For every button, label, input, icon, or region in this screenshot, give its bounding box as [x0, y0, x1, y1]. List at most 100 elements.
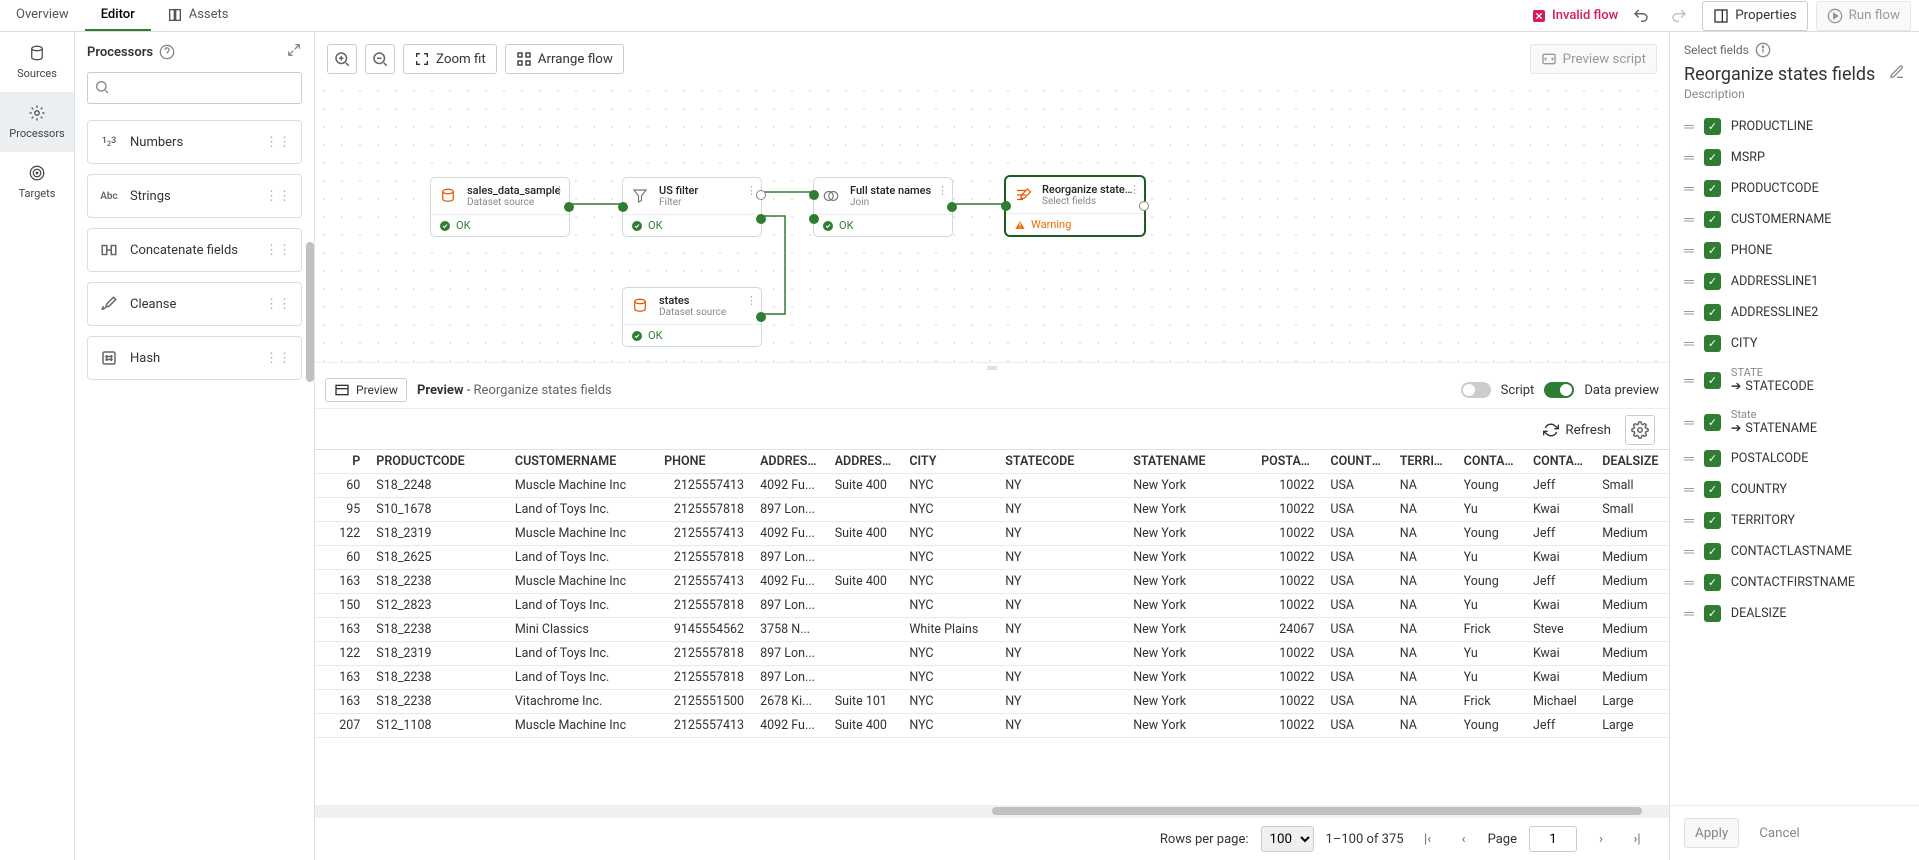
- processor-item[interactable]: Abc Strings ⋮⋮: [87, 174, 302, 218]
- arrange-flow-button[interactable]: Arrange flow: [505, 44, 624, 74]
- prev-page-button[interactable]: ‹: [1452, 827, 1476, 851]
- edit-title-icon[interactable]: [1889, 64, 1905, 85]
- drag-handle-icon[interactable]: ═: [1684, 242, 1694, 259]
- help-icon[interactable]: [159, 44, 175, 60]
- field-checkbox[interactable]: ✓: [1704, 450, 1721, 467]
- rail-targets[interactable]: Targets: [0, 152, 74, 212]
- field-checkbox[interactable]: ✓: [1704, 481, 1721, 498]
- tab-assets[interactable]: Assets: [151, 0, 245, 31]
- drag-handle-icon[interactable]: ═: [1684, 543, 1694, 560]
- field-checkbox[interactable]: ✓: [1704, 335, 1721, 352]
- processor-item[interactable]: Hash ⋮⋮: [87, 336, 302, 380]
- column-header[interactable]: P: [315, 450, 368, 474]
- processor-item[interactable]: 123 Numbers ⋮⋮: [87, 120, 302, 164]
- first-page-button[interactable]: |‹: [1416, 827, 1440, 851]
- node-menu-icon[interactable]: ⋮: [554, 184, 565, 197]
- drag-handle-icon[interactable]: ⋮⋮: [265, 351, 291, 366]
- table-row[interactable]: 60S18_2248Muscle Machine Inc212555741340…: [315, 474, 1669, 498]
- preview-table-wrapper[interactable]: PPRODUCTCODECUSTOMERNAMEPHONEADDRESSLADD…: [315, 449, 1669, 805]
- field-row[interactable]: ═ ✓ PRODUCTLINE: [1670, 111, 1919, 142]
- column-header[interactable]: STATECODE: [997, 450, 1125, 474]
- field-row[interactable]: ═ ✓ CUSTOMERNAME: [1670, 204, 1919, 235]
- field-checkbox[interactable]: ✓: [1704, 242, 1721, 259]
- drag-handle-icon[interactable]: ═: [1684, 335, 1694, 352]
- processor-search-input[interactable]: [87, 72, 302, 104]
- info-icon[interactable]: [1755, 42, 1771, 58]
- flow-node[interactable]: sales_data_sample Dataset source OK ⋮: [430, 177, 570, 237]
- field-checkbox[interactable]: ✓: [1704, 273, 1721, 290]
- node-menu-icon[interactable]: ⋮: [746, 294, 757, 307]
- flow-node[interactable]: states Dataset source OK ⋮: [622, 287, 762, 347]
- undo-button[interactable]: [1626, 1, 1656, 31]
- flow-node[interactable]: Full state names Join OK ⋮: [813, 177, 953, 237]
- drag-handle-icon[interactable]: ═: [1684, 149, 1694, 166]
- drag-handle-icon[interactable]: ═: [1684, 211, 1694, 228]
- field-row[interactable]: ═ ✓ POSTALCODE: [1670, 443, 1919, 474]
- table-row[interactable]: 163S18_2238Land of Toys Inc.212555781889…: [315, 666, 1669, 690]
- column-header[interactable]: CONTACTF: [1525, 450, 1594, 474]
- flow-canvas[interactable]: sales_data_sample Dataset source OK ⋮ US…: [315, 82, 1669, 362]
- field-row[interactable]: ═ ✓ DEALSIZE: [1670, 598, 1919, 629]
- field-row[interactable]: ═ ✓ PRODUCTCODE: [1670, 173, 1919, 204]
- field-row[interactable]: ═ ✓ CONTACTFIRSTNAME: [1670, 567, 1919, 598]
- cancel-button[interactable]: Cancel: [1749, 818, 1810, 848]
- drag-handle-icon[interactable]: ═: [1684, 372, 1694, 389]
- rail-processors[interactable]: Processors: [0, 92, 74, 152]
- page-input[interactable]: [1529, 826, 1577, 852]
- column-header[interactable]: DEALSIZE: [1594, 450, 1669, 474]
- field-row[interactable]: ═ ✓ COUNTRY: [1670, 474, 1919, 505]
- field-checkbox[interactable]: ✓: [1704, 543, 1721, 560]
- table-row[interactable]: 60S18_2625Land of Toys Inc.2125557818897…: [315, 546, 1669, 570]
- field-row[interactable]: ═ ✓ MSRP: [1670, 142, 1919, 173]
- field-checkbox[interactable]: ✓: [1704, 372, 1721, 389]
- field-row[interactable]: ═ ✓ CONTACTLASTNAME: [1670, 536, 1919, 567]
- drag-handle-icon[interactable]: ═: [1684, 118, 1694, 135]
- table-row[interactable]: 122S18_2319Land of Toys Inc.212555781889…: [315, 642, 1669, 666]
- drag-handle-icon[interactable]: ═: [1684, 180, 1694, 197]
- column-header[interactable]: ADDRESSL: [827, 450, 902, 474]
- table-row[interactable]: 163S18_2238Vitachrome Inc.21255515002678…: [315, 690, 1669, 714]
- column-header[interactable]: PHONE: [656, 450, 752, 474]
- drag-handle-icon[interactable]: ⋮⋮: [265, 189, 291, 204]
- field-row[interactable]: ═ ✓ State ➔ STATENAME: [1670, 401, 1919, 443]
- data-preview-toggle[interactable]: [1544, 382, 1574, 398]
- table-row[interactable]: 163S18_2238Muscle Machine Inc21255574134…: [315, 570, 1669, 594]
- zoom-in-button[interactable]: [327, 44, 357, 74]
- drag-handle-icon[interactable]: ═: [1684, 304, 1694, 321]
- next-page-button[interactable]: ›: [1589, 827, 1613, 851]
- drag-handle-icon[interactable]: ⋮⋮: [265, 135, 291, 150]
- column-header[interactable]: CITY: [901, 450, 997, 474]
- table-row[interactable]: 122S18_2319Muscle Machine Inc21255574134…: [315, 522, 1669, 546]
- collapse-panel-icon[interactable]: [286, 42, 302, 62]
- drag-handle-icon[interactable]: ═: [1684, 450, 1694, 467]
- redo-button[interactable]: [1664, 1, 1694, 31]
- processor-item[interactable]: Concatenate fields ⋮⋮: [87, 228, 302, 272]
- drag-handle-icon[interactable]: ⋮⋮: [265, 243, 291, 258]
- drag-handle-icon[interactable]: ⋮⋮: [265, 297, 291, 312]
- table-row[interactable]: 207S12_1108Muscle Machine Inc21255574134…: [315, 714, 1669, 738]
- rail-sources[interactable]: Sources: [0, 32, 74, 92]
- drag-handle-icon[interactable]: ═: [1684, 605, 1694, 622]
- column-header[interactable]: TERRITORY: [1392, 450, 1456, 474]
- drag-handle-icon[interactable]: ═: [1684, 273, 1694, 290]
- column-header[interactable]: STATENAME: [1125, 450, 1253, 474]
- column-header[interactable]: ADDRESSL: [752, 450, 827, 474]
- table-settings-button[interactable]: [1625, 415, 1655, 445]
- drag-handle-icon[interactable]: ═: [1684, 574, 1694, 591]
- field-row[interactable]: ═ ✓ ADDRESSLINE1: [1670, 266, 1919, 297]
- field-checkbox[interactable]: ✓: [1704, 574, 1721, 591]
- table-row[interactable]: 150S12_2823Land of Toys Inc.212555781889…: [315, 594, 1669, 618]
- drag-handle-icon[interactable]: ═: [1684, 512, 1694, 529]
- field-row[interactable]: ═ ✓ TERRITORY: [1670, 505, 1919, 536]
- column-header[interactable]: PRODUCTCODE: [368, 450, 507, 474]
- table-row[interactable]: 163S18_2238Mini Classics91455545623758 N…: [315, 618, 1669, 642]
- node-menu-icon[interactable]: ⋮: [937, 184, 948, 197]
- preview-chip[interactable]: Preview: [325, 378, 407, 402]
- field-row[interactable]: ═ ✓ ADDRESSLINE2: [1670, 297, 1919, 328]
- column-header[interactable]: CONTACTL: [1456, 450, 1525, 474]
- field-checkbox[interactable]: ✓: [1704, 180, 1721, 197]
- horizontal-scrollbar[interactable]: [315, 805, 1669, 817]
- field-checkbox[interactable]: ✓: [1704, 149, 1721, 166]
- zoom-fit-button[interactable]: Zoom fit: [403, 44, 497, 74]
- properties-button[interactable]: Properties: [1702, 1, 1807, 31]
